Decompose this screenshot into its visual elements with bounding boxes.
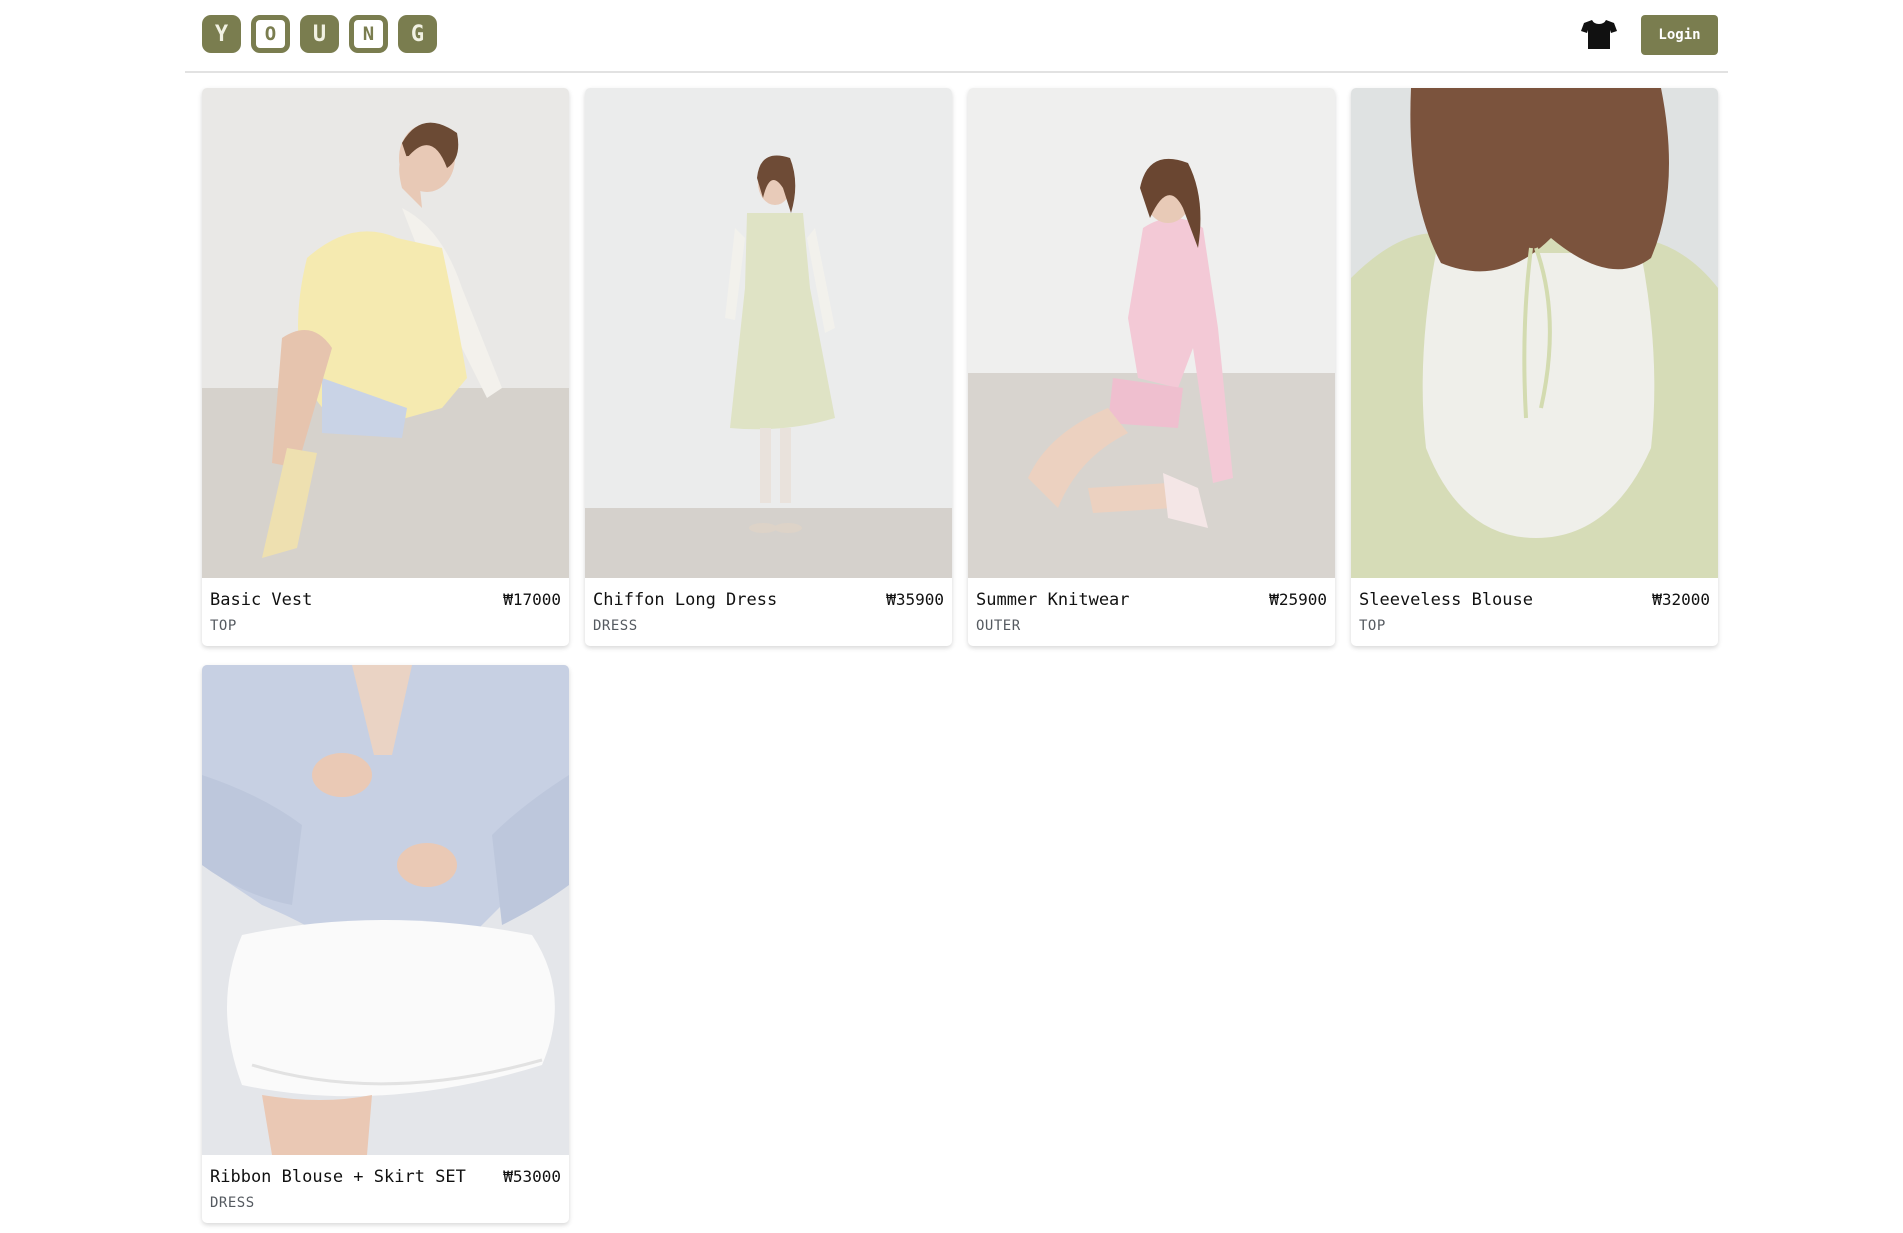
logo-letter-u: U xyxy=(300,15,339,53)
tshirt-icon[interactable] xyxy=(1580,18,1618,50)
product-info: Ribbon Blouse + Skirt SET ₩53000 DRESS xyxy=(202,1155,569,1223)
product-category: TOP xyxy=(210,618,237,634)
product-card[interactable]: Chiffon Long Dress ₩35900 DRESS xyxy=(585,88,952,646)
product-name: Basic Vest xyxy=(210,590,313,610)
product-info: Basic Vest ₩17000 TOP xyxy=(202,578,569,646)
product-category: DRESS xyxy=(593,618,638,634)
product-category: OUTER xyxy=(976,618,1021,634)
product-image[interactable] xyxy=(1351,88,1718,578)
product-name: Summer Knitwear xyxy=(976,590,1130,610)
logo-letter-g: G xyxy=(398,15,437,53)
product-card[interactable]: Ribbon Blouse + Skirt SET ₩53000 DRESS xyxy=(202,665,569,1223)
product-price: ₩25900 xyxy=(1269,590,1327,609)
logo-letter-y: Y xyxy=(202,15,241,53)
header: Y O U N G Login xyxy=(185,0,1728,73)
product-price: ₩17000 xyxy=(503,590,561,609)
product-price: ₩32000 xyxy=(1652,590,1710,609)
logo-letter-o: O xyxy=(251,15,290,53)
product-category: DRESS xyxy=(210,1195,255,1211)
product-image[interactable] xyxy=(585,88,952,578)
product-info: Sleeveless Blouse ₩32000 TOP xyxy=(1351,578,1718,646)
product-price: ₩35900 xyxy=(886,590,944,609)
product-name: Sleeveless Blouse xyxy=(1359,590,1533,610)
product-card[interactable]: Summer Knitwear ₩25900 OUTER xyxy=(968,88,1335,646)
product-card[interactable]: Basic Vest ₩17000 TOP xyxy=(202,88,569,646)
product-image[interactable] xyxy=(202,665,569,1155)
product-price: ₩53000 xyxy=(503,1167,561,1186)
product-category: TOP xyxy=(1359,618,1386,634)
product-image[interactable] xyxy=(968,88,1335,578)
page: Y O U N G Login Basic Vest ₩17000 TOP Ch… xyxy=(0,0,1903,1233)
product-info: Summer Knitwear ₩25900 OUTER xyxy=(968,578,1335,646)
product-image[interactable] xyxy=(202,88,569,578)
product-name: Ribbon Blouse + Skirt SET xyxy=(210,1167,466,1187)
login-button[interactable]: Login xyxy=(1641,15,1718,55)
product-info: Chiffon Long Dress ₩35900 DRESS xyxy=(585,578,952,646)
product-card[interactable]: Sleeveless Blouse ₩32000 TOP xyxy=(1351,88,1718,646)
logo-letter-n: N xyxy=(349,15,388,53)
logo[interactable]: Y O U N G xyxy=(202,15,437,53)
product-name: Chiffon Long Dress xyxy=(593,590,778,610)
